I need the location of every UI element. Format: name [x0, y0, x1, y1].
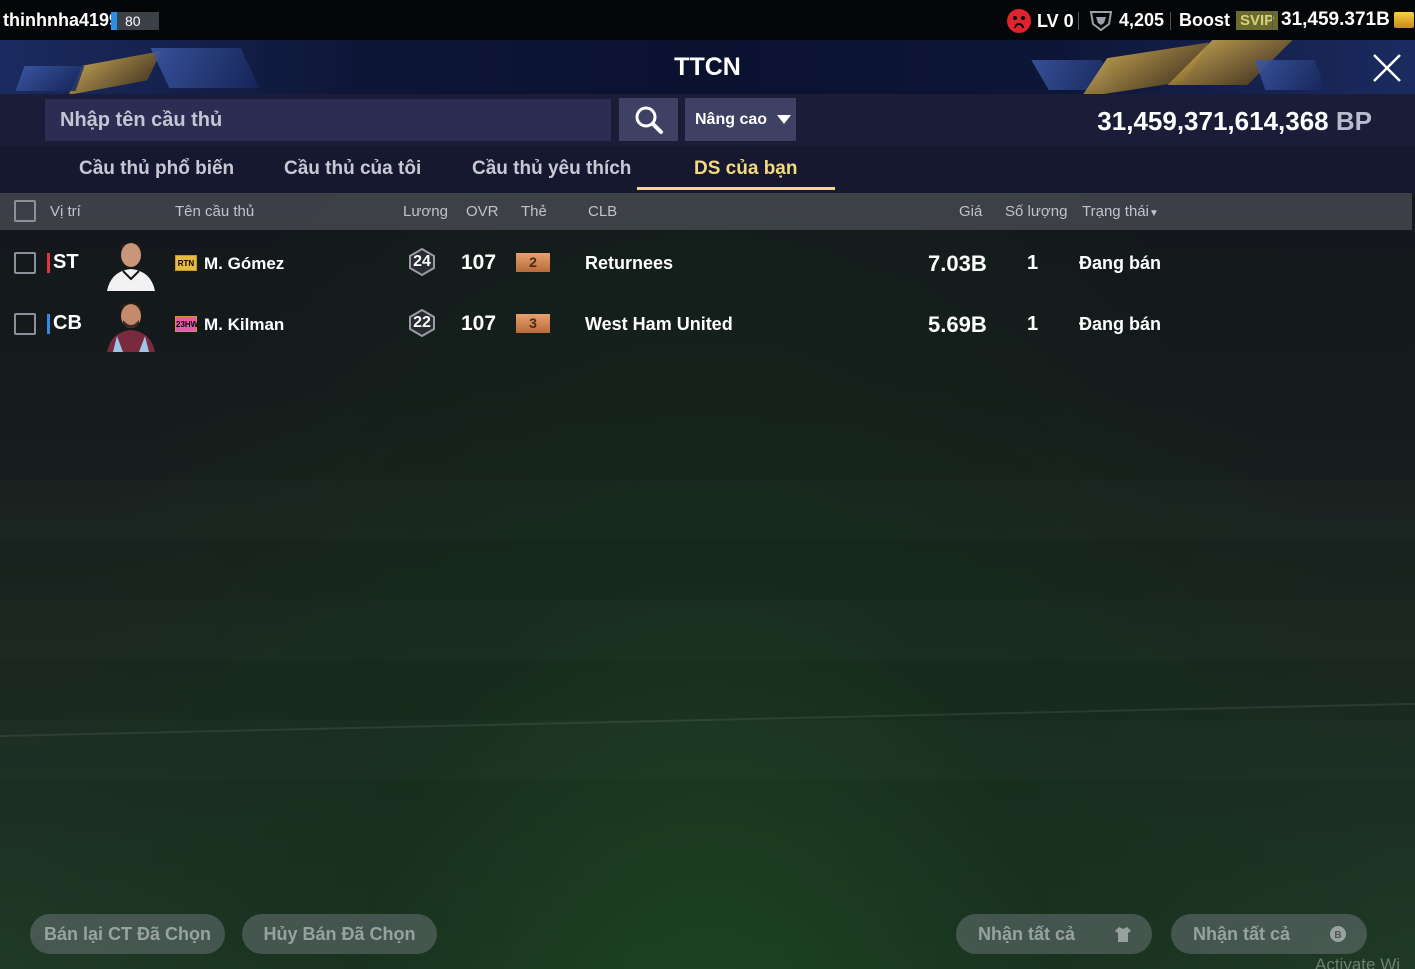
- salary-badge: 22: [408, 308, 436, 338]
- bp-unit: BP: [1335, 106, 1372, 136]
- position-color-bar: [47, 314, 50, 334]
- divider: [1272, 12, 1273, 30]
- search-icon: [635, 106, 663, 134]
- player-position: CB: [53, 312, 82, 334]
- boost-indicator[interactable]: Boost SVIP: [1179, 10, 1279, 31]
- player-name: M. Kilman: [204, 315, 285, 334]
- col-status-label: Trạng thái: [1082, 203, 1149, 220]
- search-button[interactable]: [619, 98, 678, 141]
- lv-indicator: LV 0: [1007, 9, 1074, 33]
- quantity-value: 1: [1027, 313, 1039, 335]
- divider: [1170, 12, 1171, 30]
- cancel-selected-button[interactable]: Hủy Bán Đã Chọn: [242, 914, 437, 954]
- col-ovr[interactable]: OVR: [466, 203, 499, 220]
- col-quantity[interactable]: Số lượng: [1005, 203, 1067, 220]
- bp-balance-amount: 31,459,371,614,368: [1097, 106, 1329, 136]
- col-position[interactable]: Vị trí: [50, 203, 81, 220]
- col-status[interactable]: Trạng thái▼: [1082, 203, 1159, 220]
- svg-text:B: B: [1334, 930, 1341, 941]
- table-row[interactable]: ST RTN M. Gómez 24 107 2 Returnees 7.03B…: [0, 233, 1412, 293]
- claim-all-players-label: Nhận tất cả: [978, 923, 1076, 944]
- tab-my-players[interactable]: Cầu thủ của tôi: [284, 158, 421, 180]
- position-color-bar: [47, 253, 50, 273]
- jersey-icon: [1115, 927, 1131, 942]
- tab-popular-players[interactable]: Cầu thủ phổ biến: [79, 158, 234, 180]
- bp-balance-short: 31,459.371B: [1281, 9, 1414, 31]
- player-avatar: [107, 242, 155, 291]
- listing-status: Đang bán: [1079, 253, 1162, 273]
- col-player-name[interactable]: Tên cầu thủ: [175, 203, 254, 220]
- club-name: Returnees: [585, 253, 674, 273]
- advanced-filter-dropdown[interactable]: Nâng cao: [685, 98, 796, 141]
- advanced-filter-label: Nâng cao: [695, 110, 768, 128]
- player-search-input[interactable]: [45, 99, 611, 141]
- col-card[interactable]: Thẻ: [521, 203, 547, 220]
- card-grade: 3: [516, 314, 550, 333]
- price-value: 7.03B: [928, 251, 987, 276]
- player-name: M. Gómez: [204, 254, 285, 273]
- windows-activation-watermark: Activate Wi: [1315, 955, 1401, 969]
- player-position: ST: [53, 251, 79, 273]
- resell-selected-button[interactable]: Bán lại CT Đã Chọn: [30, 914, 225, 954]
- user-level-badge: 80: [111, 12, 159, 30]
- salary-badge: 24: [408, 247, 436, 277]
- lv-label: LV 0: [1037, 10, 1074, 31]
- boost-label: Boost: [1179, 10, 1230, 30]
- sort-down-icon: ▼: [1148, 208, 1159, 219]
- bp-balance: 31,459,371,614,368 BP: [1097, 106, 1372, 137]
- col-salary[interactable]: Lương: [403, 203, 448, 220]
- ovr-value: 107: [461, 251, 497, 274]
- col-club[interactable]: CLB: [588, 203, 617, 220]
- player-avatar: [107, 302, 155, 352]
- close-icon[interactable]: [1371, 52, 1403, 84]
- bp-coin-icon: B: [1330, 926, 1346, 942]
- shield-icon: [1089, 11, 1113, 32]
- shield-count-value: 4,205: [1119, 9, 1165, 30]
- bp-short-value: 31,459.371B: [1281, 9, 1390, 30]
- shield-count: 4,205: [1089, 8, 1164, 32]
- salary-value: 24: [413, 253, 431, 270]
- season-badge: 23HW: [175, 316, 198, 332]
- row-checkbox[interactable]: [14, 252, 36, 274]
- salary-value: 22: [413, 314, 431, 331]
- tab-your-list[interactable]: DS của bạn: [694, 158, 797, 180]
- active-tab-indicator: [637, 187, 835, 190]
- coin-stack-icon: [1393, 12, 1414, 28]
- table-row[interactable]: CB 23HW M. Kilman 22 107 3 West Ham Unit…: [0, 294, 1412, 354]
- sad-face-icon: [1007, 9, 1031, 33]
- chevron-down-icon: [777, 115, 792, 124]
- price-value: 5.69B: [928, 312, 987, 337]
- username: thinhnha4199: [3, 10, 120, 30]
- tab-favorite-players[interactable]: Cầu thủ yêu thích: [472, 158, 631, 180]
- listing-status: Đang bán: [1079, 314, 1162, 334]
- quantity-value: 1: [1027, 252, 1039, 274]
- card-grade: 2: [516, 253, 550, 272]
- club-name: West Ham United: [585, 314, 733, 334]
- select-all-checkbox[interactable]: [14, 200, 36, 222]
- row-checkbox[interactable]: [14, 313, 36, 335]
- claim-all-players-button[interactable]: Nhận tất cả: [956, 914, 1152, 954]
- season-badge: RTN: [175, 255, 197, 271]
- col-price[interactable]: Giá: [959, 203, 982, 220]
- divider: [1078, 12, 1079, 30]
- claim-all-bp-button[interactable]: Nhận tất cả B: [1171, 914, 1367, 954]
- page-title: TTCN: [674, 53, 741, 81]
- claim-all-bp-label: Nhận tất cả: [1193, 923, 1291, 944]
- ovr-value: 107: [461, 312, 497, 335]
